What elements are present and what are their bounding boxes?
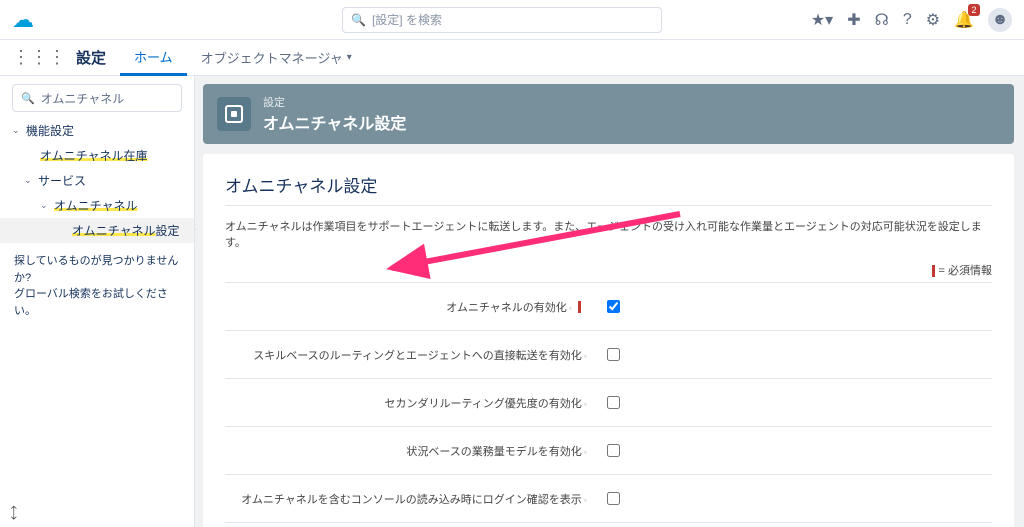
setup-gear-icon[interactable]: ⚙	[926, 10, 940, 30]
settings-card: オムニチャネル設定 オムニチャネルは作業項目をサポートエージェントに転送します。…	[203, 154, 1014, 527]
search-icon: 🔍	[351, 13, 366, 27]
form-label: 状況ベースの業務量モデルを有効化◦	[225, 427, 595, 475]
chevron-down-icon: ▾	[347, 52, 352, 63]
form-label: スキルベースのルーティングとエージェントへの直接転送を有効化◦	[225, 331, 595, 379]
caret-down-icon: ⌄	[12, 125, 22, 136]
tab-home[interactable]: ホーム	[120, 40, 187, 76]
app-title: 設定	[76, 47, 106, 68]
form-row: セカンダリルーティング優先度の有効化◦	[225, 379, 992, 427]
caret-down-icon: ⌄	[24, 175, 34, 186]
form-checkbox[interactable]	[607, 396, 620, 409]
notifications-icon[interactable]: 🔔 2	[954, 10, 974, 30]
global-search[interactable]: 🔍 [設定] を検索	[342, 7, 662, 33]
form-row: オムニチャネルを含むコンソールの読み込み時にログイン確認を表示◦	[225, 475, 992, 523]
form-checkbox[interactable]	[607, 300, 620, 313]
notification-badge: 2	[968, 4, 980, 16]
form-checkbox[interactable]	[607, 444, 620, 457]
form-label: セカンダリルーティング優先度の有効化◦	[225, 379, 595, 427]
form-checkbox[interactable]	[607, 492, 620, 505]
form-checkbox[interactable]	[607, 348, 620, 361]
settings-form: オムニチャネルの有効化◦スキルベースのルーティングとエージェントへの直接転送を有…	[225, 282, 992, 527]
search-icon: 🔍	[21, 92, 35, 105]
add-icon[interactable]: ✚	[847, 10, 860, 30]
setup-sidebar: 🔍 オムニチャネル ⌄ 機能設定 オムニチャネル在庫 ⌄ サービス ⌄ オムニチ…	[0, 76, 195, 527]
global-header: ☁ 🔍 [設定] を検索 ★▾ ✚ ☊ ? ⚙ 🔔 2 ☻	[0, 0, 1024, 40]
tree-item-omni-inventory[interactable]: オムニチャネル在庫	[0, 143, 194, 168]
sync-icon[interactable]: ☊	[875, 10, 889, 30]
banner-gear-icon	[217, 97, 251, 131]
banner-title: オムニチャネル設定	[263, 110, 406, 134]
tab-object-manager[interactable]: オブジェクトマネージャ▾	[187, 40, 366, 76]
salesforce-logo: ☁	[12, 7, 34, 33]
form-label: オムニチャネルを含むコンソールの読み込み時にログイン確認を表示◦	[225, 475, 595, 523]
header-actions: ★▾ ✚ ☊ ? ⚙ 🔔 2 ☻	[811, 8, 1012, 32]
caret-down-icon: ⌄	[40, 200, 50, 211]
sidebar-search[interactable]: 🔍 オムニチャネル	[12, 84, 182, 112]
tree-item-omni-settings[interactable]: オムニチャネル設定	[0, 218, 194, 243]
required-bar-icon	[932, 265, 935, 277]
page-banner: 設定 オムニチャネル設定	[203, 84, 1014, 144]
form-row: スキルベースのルーティングとエージェントへの直接転送を有効化◦	[225, 331, 992, 379]
avatar-icon: ☻	[992, 11, 1009, 29]
intro-text: オムニチャネルは作業項目をサポートエージェントに転送します。また、エージェントの…	[225, 218, 992, 250]
form-label: オムニチャネルの有効化◦	[225, 283, 595, 331]
sidebar-search-value: オムニチャネル	[41, 90, 125, 107]
form-row: 状況ベースの業務量モデルを有効化◦	[225, 427, 992, 475]
sidebar-hint: 探しているものが見つかりませんか? グローバル検索をお試しください。	[0, 243, 194, 329]
avatar[interactable]: ☻	[988, 8, 1012, 32]
required-mark-icon	[578, 301, 581, 313]
context-bar: ⋮⋮⋮ 設定 ホーム オブジェクトマネージャ▾	[0, 40, 1024, 76]
section-title: オムニチャネル設定	[225, 172, 992, 197]
form-row: オムニチャネルの有効化◦	[225, 283, 992, 331]
help-icon[interactable]: ?	[903, 11, 912, 29]
main-content: 設定 オムニチャネル設定 オムニチャネル設定 オムニチャネルは作業項目をサポート…	[195, 76, 1024, 527]
banner-sublabel: 設定	[263, 94, 406, 110]
app-launcher-icon[interactable]: ⋮⋮⋮	[12, 47, 66, 68]
global-search-placeholder: [設定] を検索	[372, 11, 442, 28]
divider	[225, 205, 992, 206]
tree-item-omni[interactable]: ⌄ オムニチャネル	[0, 193, 194, 218]
required-note: = 必須情報	[225, 262, 992, 278]
tree-item-service[interactable]: ⌄ サービス	[0, 168, 194, 193]
tree-root-features[interactable]: ⌄ 機能設定	[0, 118, 194, 143]
favorites-icon[interactable]: ★▾	[811, 10, 833, 30]
